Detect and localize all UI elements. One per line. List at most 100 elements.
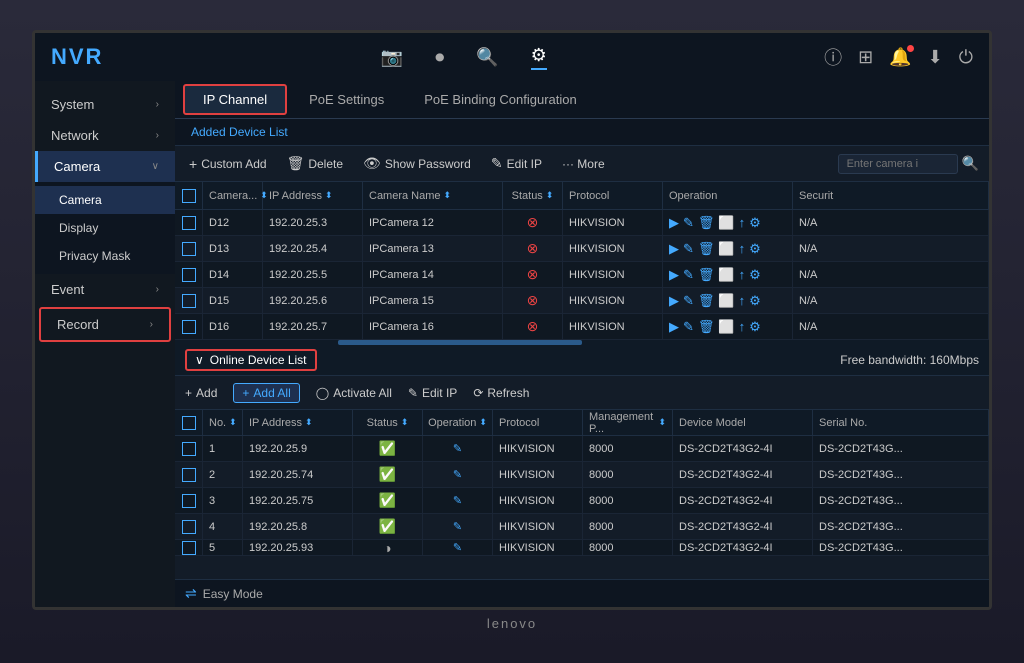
collapse-icon[interactable]: ∨ <box>195 353 204 367</box>
up-icon[interactable]: ↑ <box>739 215 746 230</box>
tab-ip-channel[interactable]: IP Channel <box>183 84 287 115</box>
grid-icon[interactable]: ⊞ <box>858 47 873 68</box>
up-icon[interactable]: ↑ <box>739 319 746 334</box>
delete-row-icon[interactable]: 🗑 <box>698 215 715 231</box>
tab-poe-binding[interactable]: PoE Binding Configuration <box>406 86 595 113</box>
gear-icon[interactable]: ⚙ <box>749 215 761 231</box>
play-icon[interactable]: ▶ <box>669 215 679 231</box>
sidebar-item-system[interactable]: System › <box>35 89 175 120</box>
status-sort-icon[interactable]: ⬍ <box>546 190 554 201</box>
no-sort-icon[interactable]: ⬍ <box>229 417 237 428</box>
edit-icon[interactable]: ✎ <box>683 215 694 231</box>
edit-icon[interactable]: ✎ <box>683 319 694 335</box>
play-icon[interactable]: ▶ <box>669 241 679 257</box>
config-icon[interactable]: ⬜ <box>718 241 734 257</box>
delete-row-icon[interactable]: 🗑 <box>698 319 715 335</box>
device-edit-icon[interactable]: ✎ <box>453 442 462 455</box>
show-password-button[interactable]: 👁 Show Password <box>359 153 475 174</box>
oop-sort-icon[interactable]: ⬍ <box>479 417 487 428</box>
sidebar-item-record[interactable]: Record › <box>39 307 171 342</box>
online-row-checkbox[interactable] <box>182 494 196 508</box>
nav-camera[interactable]: 📷 <box>381 47 403 68</box>
config-icon[interactable]: ⬜ <box>718 267 734 283</box>
online-row-checkbox[interactable] <box>182 442 196 456</box>
config-icon[interactable]: ⬜ <box>718 293 734 309</box>
row-checkbox[interactable] <box>182 268 196 282</box>
tab-poe-settings[interactable]: PoE Settings <box>291 86 402 113</box>
device-ip: 192.20.25.8 <box>249 521 307 533</box>
td-protocol: HIKVISION <box>563 288 663 313</box>
gear-icon[interactable]: ⚙ <box>749 241 761 257</box>
td-name: IPCamera 14 <box>363 262 503 287</box>
online-header-checkbox[interactable] <box>182 416 196 430</box>
online-row-checkbox[interactable] <box>182 541 196 555</box>
oth-protocol: Protocol <box>493 410 583 435</box>
sidebar-sub-camera[interactable]: Camera <box>35 186 175 214</box>
more-button[interactable]: ··· More <box>558 155 609 173</box>
device-edit-icon[interactable]: ✎ <box>453 520 462 533</box>
up-icon[interactable]: ↑ <box>739 267 746 282</box>
custom-add-button[interactable]: + Custom Add <box>185 154 271 174</box>
delete-row-icon[interactable]: 🗑 <box>698 267 715 283</box>
online-row-checkbox[interactable] <box>182 520 196 534</box>
config-icon[interactable]: ⬜ <box>718 215 734 231</box>
edit-icon[interactable]: ✎ <box>683 293 694 309</box>
sidebar-item-event[interactable]: Event › <box>35 274 175 305</box>
sidebar-item-network[interactable]: Network › <box>35 120 175 151</box>
row-checkbox[interactable] <box>182 216 196 230</box>
delete-row-icon[interactable]: 🗑 <box>698 293 715 309</box>
play-icon[interactable]: ▶ <box>669 319 679 335</box>
ip-sort-icon[interactable]: ⬍ <box>325 190 333 201</box>
delete-button[interactable]: 🗑 Delete <box>283 153 347 174</box>
edit-ip-button[interactable]: ✎ Edit IP <box>487 153 546 174</box>
play-icon[interactable]: ▶ <box>669 267 679 283</box>
sidebar-sub-display[interactable]: Display <box>35 214 175 242</box>
device-no: 5 <box>209 542 215 554</box>
oip-sort-icon[interactable]: ⬍ <box>305 417 313 428</box>
td-ip: 192.20.25.7 <box>263 314 363 339</box>
horizontal-scrollbar-thumb[interactable] <box>338 340 582 345</box>
camera-search-area: 🔍 <box>838 154 979 174</box>
power-icon[interactable]: ⏻ <box>959 47 973 68</box>
td-security: N/A <box>793 236 989 261</box>
delete-row-icon[interactable]: 🗑 <box>698 241 715 257</box>
easy-mode-label[interactable]: Easy Mode <box>203 587 263 601</box>
row-checkbox[interactable] <box>182 242 196 256</box>
sidebar-sub-privacy-mask[interactable]: Privacy Mask <box>35 242 175 270</box>
add-button[interactable]: + Add <box>185 386 217 400</box>
up-icon[interactable]: ↑ <box>739 293 746 308</box>
info-icon[interactable]: ⓘ <box>824 44 842 70</box>
gear-icon[interactable]: ⚙ <box>749 293 761 309</box>
up-icon[interactable]: ↑ <box>739 241 746 256</box>
nav-playback[interactable]: ⏺ <box>435 47 444 68</box>
name-sort-icon[interactable]: ⬍ <box>444 190 452 201</box>
row-checkbox[interactable] <box>182 294 196 308</box>
device-edit-icon[interactable]: ✎ <box>453 494 462 507</box>
ostatus-sort-icon[interactable]: ⬍ <box>401 417 409 428</box>
header-checkbox[interactable] <box>182 189 196 203</box>
device-edit-icon[interactable]: ✎ <box>453 468 462 481</box>
device-edit-icon[interactable]: ✎ <box>453 541 462 554</box>
camera-search-input[interactable] <box>838 154 958 174</box>
edit-icon[interactable]: ✎ <box>683 267 694 283</box>
td-oproto: HIKVISION <box>493 462 583 487</box>
search-submit-icon[interactable]: 🔍 <box>962 155 979 172</box>
nav-search[interactable]: 🔍 <box>476 47 498 68</box>
play-icon[interactable]: ▶ <box>669 293 679 309</box>
gear-icon[interactable]: ⚙ <box>749 319 761 335</box>
omgmt-sort-icon[interactable]: ⬍ <box>658 417 666 428</box>
online-edit-ip-button[interactable]: ✎ Edit IP <box>408 386 457 400</box>
gear-icon[interactable]: ⚙ <box>749 267 761 283</box>
edit-icon[interactable]: ✎ <box>683 241 694 257</box>
row-checkbox[interactable] <box>182 320 196 334</box>
activate-all-button[interactable]: ◯ Activate All <box>316 386 392 400</box>
download-icon[interactable]: ⬇ <box>928 47 943 68</box>
sidebar-item-camera[interactable]: Camera ∨ <box>35 151 175 182</box>
td-camera: D13 <box>203 236 263 261</box>
sub-tab-added-device-list[interactable]: Added Device List <box>185 123 294 141</box>
add-all-button[interactable]: + Add All <box>233 383 299 403</box>
refresh-button[interactable]: ⟳ Refresh <box>473 386 529 400</box>
nav-settings[interactable]: ⚙ <box>531 45 547 70</box>
online-row-checkbox[interactable] <box>182 468 196 482</box>
config-icon[interactable]: ⬜ <box>718 319 734 335</box>
